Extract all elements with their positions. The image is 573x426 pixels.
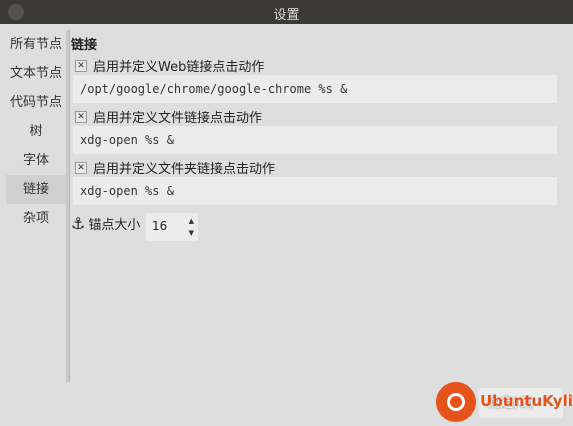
file-link-label: 启用并定义文件链接点击动作	[93, 111, 263, 126]
sidebar-item-fonts[interactable]: 字体	[6, 146, 66, 175]
anchor-size-label: 锚点大小	[88, 218, 141, 233]
section-heading: 链接	[71, 38, 98, 53]
folder-link-command-field[interactable]: xdg-open %s &	[73, 177, 557, 205]
anchor-size-value[interactable]: 16	[152, 219, 167, 233]
sidebar-item-misc[interactable]: 杂项	[6, 204, 66, 233]
sidebar-item-text-nodes[interactable]: 文本节点	[6, 59, 66, 88]
web-link-option[interactable]: ✕ 启用并定义Web链接点击动作	[75, 56, 264, 75]
sidebar: 所有节点 文本节点 代码节点 树 字体 链接 杂项	[6, 30, 66, 233]
checkbox-icon[interactable]: ✕	[75, 59, 87, 72]
checkbox-icon[interactable]: ✕	[75, 161, 87, 174]
file-link-option[interactable]: ✕ 启用并定义文件链接点击动作	[75, 107, 262, 126]
anchor-size-row: ⚓ 锚点大小	[71, 214, 140, 233]
checkbox-icon[interactable]: ✕	[75, 110, 87, 123]
sidebar-item-code-nodes[interactable]: 代码节点	[6, 88, 66, 117]
watermark-text: UbuntuKylin	[480, 392, 573, 410]
web-link-label: 启用并定义Web链接点击动作	[93, 60, 265, 75]
spin-down-icon[interactable]: ▼	[189, 229, 194, 237]
folder-link-option[interactable]: ✕ 启用并定义文件夹链接点击动作	[75, 158, 275, 177]
window-title: 设置	[273, 8, 300, 23]
ubuntukylin-logo-ring	[447, 393, 465, 411]
anchor-icon: ⚓	[71, 214, 86, 233]
sidebar-item-tree[interactable]: 树	[6, 117, 66, 146]
title-bar: 设置	[0, 0, 573, 24]
folder-link-label: 启用并定义文件夹链接点击动作	[93, 162, 276, 177]
spin-up-icon[interactable]: ▲	[189, 217, 194, 225]
divider-line	[69, 30, 70, 382]
sidebar-item-all-nodes[interactable]: 所有节点	[6, 30, 66, 59]
sidebar-item-links[interactable]: 链接	[6, 175, 66, 204]
web-link-command-field[interactable]: /opt/google/chrome/google-chrome %s &	[73, 75, 557, 103]
anchor-size-spinner[interactable]: 16 ▲ ▼	[146, 213, 198, 241]
file-link-command-field[interactable]: xdg-open %s &	[73, 126, 557, 154]
